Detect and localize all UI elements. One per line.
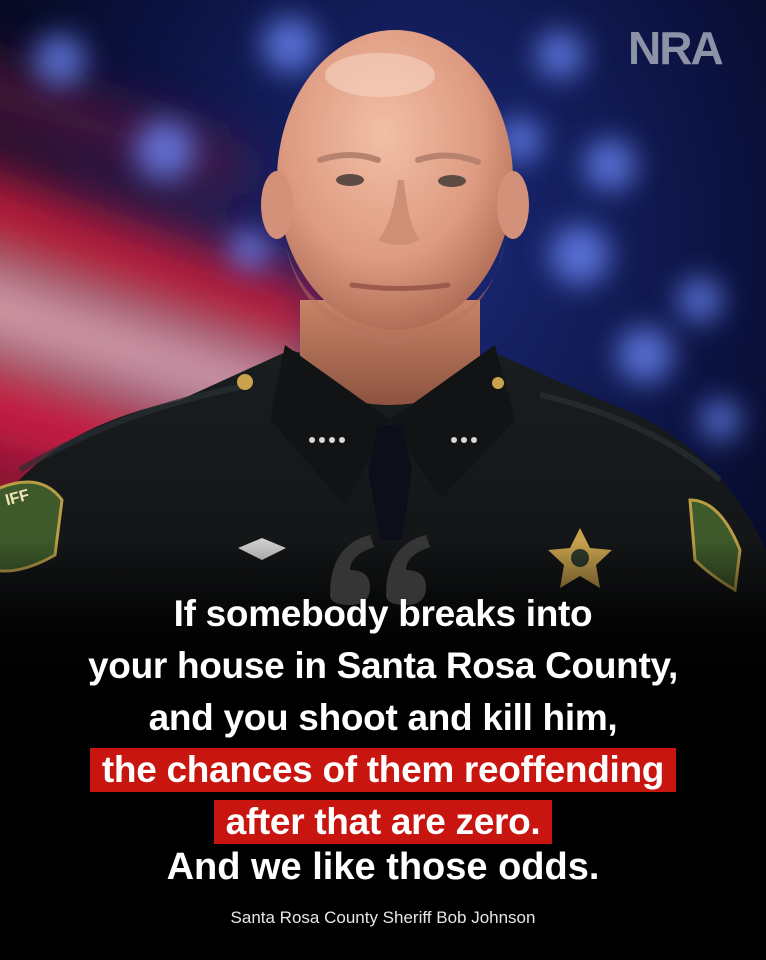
quote-line-1: If somebody breaks into	[173, 593, 593, 634]
highlight-row-1: the chances of them reoffending	[0, 744, 766, 796]
tagline: And we like those odds.	[166, 846, 600, 888]
attribution: Santa Rosa County Sheriff Bob Johnson	[230, 908, 536, 927]
quote-line-3: and you shoot and kill him,	[148, 697, 618, 738]
quote-highlight-2: after that are zero.	[213, 800, 553, 844]
nra-logo-text: NRA	[628, 24, 722, 68]
poster: IFF NRA If somebody breaks into your hou…	[0, 0, 766, 960]
quote-highlight-1: the chances of them reoffending	[89, 748, 677, 792]
nra-logo: NRA	[628, 24, 724, 68]
quote-line-2: your house in Santa Rosa County,	[87, 645, 678, 686]
quote-block: If somebody breaks into your house in Sa…	[0, 588, 766, 848]
